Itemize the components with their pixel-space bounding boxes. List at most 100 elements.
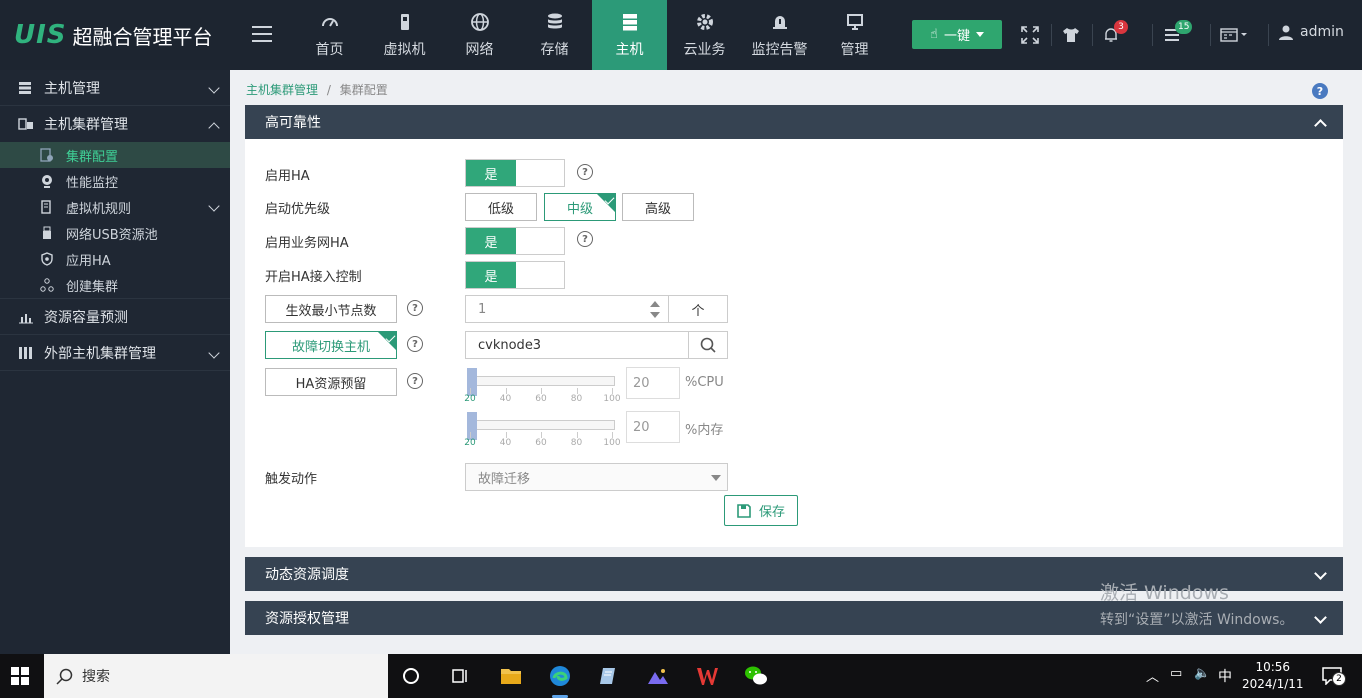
taskbar-search-input[interactable]: 搜索 — [44, 654, 388, 698]
ime-indicator[interactable]: 中 — [1218, 666, 1232, 686]
step-down-icon[interactable] — [650, 312, 660, 318]
nav-cloud[interactable]: 云业务 — [667, 0, 742, 70]
breadcrumb-current: 集群配置 — [339, 83, 388, 97]
fullscreen-icon[interactable] — [1019, 24, 1041, 46]
shirt-icon[interactable] — [1060, 24, 1082, 46]
sidebar-sub-app-ha[interactable]: 应用HA — [0, 246, 230, 272]
help-icon[interactable]: ? — [1312, 83, 1328, 99]
mem-reserve-slider[interactable]: 20 40 60 80 100 — [464, 412, 621, 452]
cpu-reserve-slider[interactable]: 20 40 60 80 100 — [464, 368, 621, 408]
panel-title: 动态资源调度 — [265, 567, 349, 583]
failover-host-button[interactable]: 故障切换主机 — [265, 331, 397, 359]
network-icon[interactable]: ▭ — [1170, 666, 1182, 681]
nav-storage[interactable]: 存储 — [517, 0, 592, 70]
taskbar-clock[interactable]: 10:56 2024/1/11 — [1242, 659, 1304, 693]
nav-admin[interactable]: 管理 — [817, 0, 892, 70]
nav-network[interactable]: 网络 — [442, 0, 517, 70]
nav-home[interactable]: 首页 — [292, 0, 367, 70]
chevron-down-icon[interactable] — [1314, 567, 1327, 580]
sidebar-item-external-cluster[interactable]: 外部主机集群管理 — [0, 335, 230, 371]
ha-reserve-button[interactable]: HA资源预留 — [265, 368, 397, 396]
nav-host[interactable]: 主机 — [592, 0, 667, 76]
step-up-icon[interactable] — [650, 301, 660, 307]
trigger-action-select[interactable]: 故障迁移 — [465, 463, 728, 491]
notification-bell-icon[interactable]: 3 — [1100, 20, 1128, 46]
windows-start-icon[interactable] — [6, 662, 34, 690]
volume-icon[interactable]: 🔈 — [1194, 666, 1210, 681]
main-nav: 首页 虚拟机 网络 存储 主机 云业务 监控告警 管理 — [292, 0, 892, 76]
wps-office-icon[interactable] — [693, 662, 721, 690]
notes-app-icon[interactable] — [595, 662, 623, 690]
priority-mid-option[interactable]: 中级 — [544, 193, 616, 221]
admission-toggle[interactable]: 是 — [465, 261, 565, 289]
sidebar-sub-label: 集群配置 — [66, 149, 119, 165]
nav-label: 首页 — [315, 41, 344, 58]
help-question-icon[interactable]: ? — [407, 373, 423, 389]
cpu-reserve-input[interactable]: 20 — [626, 367, 680, 399]
app-logo[interactable]: UIS 超融合管理平台 — [14, 20, 213, 50]
sidebar-item-label: 外部主机集群管理 — [44, 345, 156, 362]
sidebar-sub-vm-rules[interactable]: 虚拟机规则 — [0, 194, 230, 220]
min-nodes-button[interactable]: 生效最小节点数 — [265, 295, 397, 323]
action-center-icon[interactable]: 2 — [1318, 662, 1346, 690]
nav-vm[interactable]: 虚拟机 — [367, 0, 442, 70]
edge-browser-icon[interactable] — [546, 662, 574, 698]
toggle-on-label: 是 — [466, 262, 516, 288]
one-click-button[interactable]: ☝ 一键 — [912, 20, 1002, 49]
sidebar-sub-perf[interactable]: 性能监控 — [0, 168, 230, 194]
help-question-icon[interactable]: ? — [577, 164, 593, 180]
save-button[interactable]: 保存 — [724, 495, 798, 526]
task-view-icon[interactable] — [446, 662, 474, 690]
sidebar-item-label: 资源容量预测 — [44, 309, 128, 326]
ha-panel-body: 启用HA 是 ? 启动优先级 低级 中级 高级 启用业务网HA 是 ? 开启HA… — [245, 139, 1343, 547]
admission-label: 开启HA接入控制 — [265, 270, 362, 285]
nav-label: 云业务 — [683, 41, 726, 58]
tray-chevron-up-icon[interactable]: ︿ — [1146, 666, 1159, 685]
search-icon[interactable] — [688, 332, 727, 358]
wechat-icon[interactable] — [742, 662, 770, 690]
calendar-dropdown-icon[interactable] — [1218, 24, 1250, 46]
chevron-up-icon — [208, 122, 220, 134]
cortana-icon[interactable] — [397, 662, 425, 690]
enable-ha-toggle[interactable]: 是 — [465, 159, 565, 187]
license-panel-header[interactable]: 资源授权管理 — [245, 601, 1343, 635]
sidebar-sub-create-cluster[interactable]: 创建集群 — [0, 272, 230, 298]
clock-date: 2024/1/11 — [1242, 677, 1304, 691]
select-value: 故障迁移 — [478, 471, 531, 487]
stepper-value: 1 — [478, 301, 487, 317]
biz-ha-toggle[interactable]: 是 — [465, 227, 565, 255]
chevron-down-icon — [208, 82, 220, 94]
cpu-unit: %CPU — [685, 375, 724, 390]
sidebar-item-capacity[interactable]: 资源容量预测 — [0, 298, 230, 335]
priority-high-option[interactable]: 高级 — [622, 193, 694, 221]
photos-app-icon[interactable] — [644, 662, 672, 690]
sidebar-sub-usb-pool[interactable]: 网络USB资源池 — [0, 220, 230, 246]
search-icon — [56, 668, 73, 685]
failover-host-field[interactable]: cvknode3 — [465, 331, 728, 359]
chevron-down-icon[interactable] — [1314, 611, 1327, 624]
help-question-icon[interactable]: ? — [407, 336, 423, 352]
user-menu[interactable]: admin — [1278, 24, 1344, 40]
check-corner-icon — [597, 194, 615, 212]
stepper-unit: 个 — [668, 296, 727, 322]
bar-chart-icon — [18, 309, 34, 325]
mem-reserve-input[interactable]: 20 — [626, 411, 680, 443]
sidebar-sub-cluster-config[interactable]: 集群配置 — [0, 142, 230, 168]
drs-panel-header[interactable]: 动态资源调度 — [245, 557, 1343, 591]
sidebar-item-cluster-mgmt[interactable]: 主机集群管理 — [0, 106, 230, 142]
menu-toggle-icon[interactable] — [252, 26, 272, 42]
chevron-up-icon[interactable] — [1314, 119, 1327, 132]
nav-monitor[interactable]: 监控告警 — [742, 0, 817, 70]
help-question-icon[interactable]: ? — [407, 300, 423, 316]
help-question-icon[interactable]: ? — [577, 231, 593, 247]
min-nodes-stepper[interactable]: 1 个 — [465, 295, 728, 323]
file-explorer-icon[interactable] — [497, 662, 525, 690]
ha-panel-header[interactable]: 高可靠性 — [245, 105, 1343, 139]
task-list-icon[interactable]: 15 — [1161, 20, 1193, 46]
breadcrumb-sep: / — [326, 83, 331, 97]
sidebar-sub-label: 性能监控 — [66, 175, 119, 191]
priority-low-option[interactable]: 低级 — [465, 193, 537, 221]
slider-tick-label: 60 — [535, 438, 547, 448]
sidebar-item-host-mgmt[interactable]: 主机管理 — [0, 70, 230, 106]
breadcrumb-parent[interactable]: 主机集群管理 — [246, 83, 318, 97]
